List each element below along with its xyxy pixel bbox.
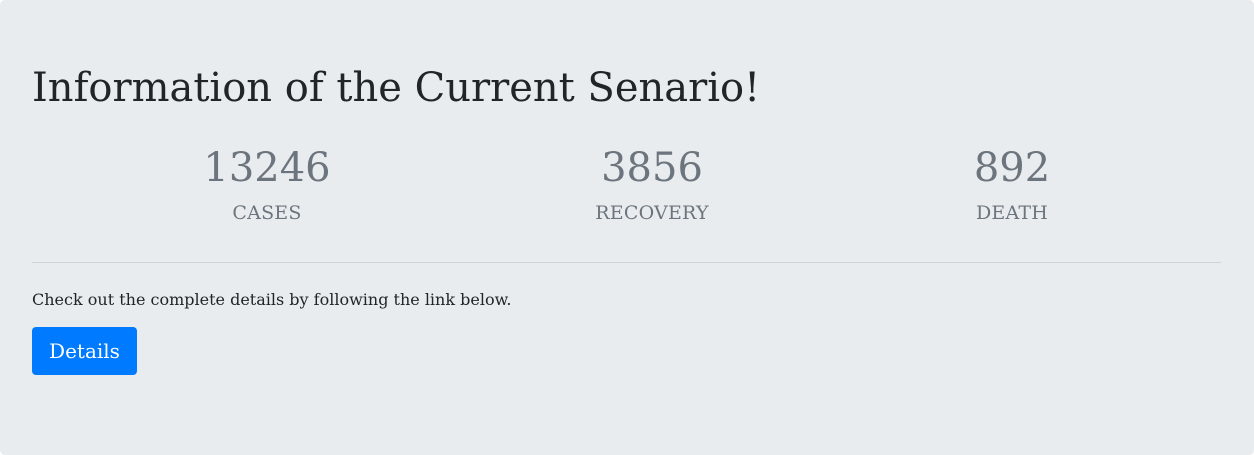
stat-cases-label: CASES (232, 202, 302, 224)
divider (32, 262, 1221, 263)
stats-row: 13246 CASES 3856 RECOVERY 892 DEATH (0, 144, 1254, 234)
details-description: Check out the complete details by follow… (32, 290, 512, 309)
stat-death-value: 892 (973, 145, 1051, 191)
details-button[interactable]: Details (32, 327, 137, 375)
stat-recovery: 3856 RECOVERY (502, 144, 802, 225)
page-title: Information of the Current Senario! (32, 65, 761, 111)
stat-death-label: DEATH (975, 202, 1049, 224)
info-jumbotron: Information of the Current Senario! 1324… (0, 0, 1254, 455)
stat-death: 892 DEATH (862, 144, 1162, 225)
stat-cases: 13246 CASES (117, 144, 417, 225)
stat-cases-value: 13246 (203, 145, 331, 191)
stat-recovery-value: 3856 (601, 145, 703, 191)
stat-recovery-label: RECOVERY (595, 202, 709, 224)
